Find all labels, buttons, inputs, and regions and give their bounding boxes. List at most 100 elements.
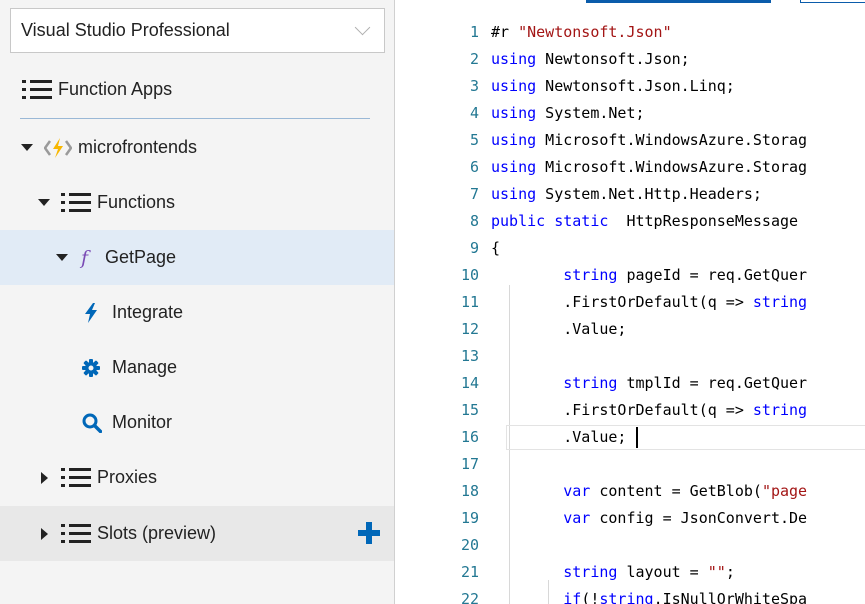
proxies-label: Proxies (97, 467, 158, 487)
expand-caret-icon (37, 527, 51, 540)
code-text[interactable]: #r "Newtonsoft.Json" (491, 23, 672, 41)
line-number: 15 (460, 401, 479, 419)
code-line[interactable]: 8 public static HttpResponseMessage (396, 208, 865, 235)
code-line-current[interactable]: 16 .Value; (396, 424, 865, 451)
code-line[interactable]: 17 (396, 451, 865, 478)
gear-icon (82, 358, 100, 377)
code-text[interactable]: string layout = ""; (491, 563, 735, 581)
code-line[interactable]: 3 using Newtonsoft.Json.Linq; (396, 73, 865, 100)
code-line[interactable]: 9{ (396, 235, 865, 262)
code-text[interactable]: public static HttpResponseMessage (491, 212, 798, 230)
line-number: 1 (469, 23, 479, 41)
line-number: 10 (460, 266, 479, 284)
line-number: 4 (469, 104, 479, 122)
code-text[interactable]: using Newtonsoft.Json.Linq; (491, 77, 735, 95)
line-number: 18 (460, 482, 479, 500)
subscription-select[interactable]: Visual Studio Professional (10, 8, 385, 53)
code-line[interactable]: 15 .FirstOrDefault(q => string (396, 397, 865, 424)
code-line[interactable]: 21 string layout = ""; (396, 559, 865, 586)
code-line[interactable]: 4 using System.Net; (396, 100, 865, 127)
code-line[interactable]: 7 using System.Net.Http.Headers; (396, 181, 865, 208)
proxies-item[interactable]: Proxies (0, 450, 394, 505)
list-icon (61, 467, 91, 489)
code-line[interactable]: 1 #r "Newtonsoft.Json" (396, 19, 865, 46)
functions-item[interactable]: Functions (0, 175, 394, 230)
add-slot-plus-icon[interactable] (358, 522, 380, 544)
code-text[interactable]: var config = JsonConvert.De (491, 509, 807, 527)
chevron-down-icon (354, 19, 371, 36)
code-line[interactable]: 18 var content = GetBlob("page (396, 478, 865, 505)
code-line[interactable]: 12 .Value; (396, 316, 865, 343)
code-text[interactable]: string tmplId = req.GetQuer (491, 374, 807, 392)
code-line[interactable]: 13 (396, 343, 865, 370)
code-text[interactable]: .Value; (491, 320, 626, 338)
code-line[interactable]: 22 if(!string.IsNullOrWhiteSpa (396, 586, 865, 604)
integrate-item[interactable]: Integrate (0, 285, 394, 340)
divider (20, 118, 370, 119)
manage-item[interactable]: Manage (0, 340, 394, 395)
code-line[interactable]: 14 string tmplId = req.GetQuer (396, 370, 865, 397)
function-app-icon (44, 137, 72, 159)
toolbar-button-edge[interactable] (800, 0, 865, 3)
function-item-getpage[interactable]: f GetPage (0, 230, 394, 285)
code-text[interactable]: var content = GetBlob("page (491, 482, 807, 500)
line-number: 9 (469, 239, 479, 257)
code-text[interactable]: using Microsoft.WindowsAzure.Storag (491, 131, 807, 149)
monitor-item[interactable]: Monitor (0, 395, 394, 450)
manage-label: Manage (112, 357, 178, 377)
code-text[interactable]: .FirstOrDefault(q => string (491, 401, 807, 419)
code-text[interactable]: using System.Net.Http.Headers; (491, 185, 762, 203)
code-line[interactable]: 11 .FirstOrDefault(q => string (396, 289, 865, 316)
line-number: 22 (460, 590, 479, 604)
code-editor[interactable]: 1 #r "Newtonsoft.Json" 2 using Newtonsoft.… (396, 0, 865, 604)
code-line[interactable]: 6 using Microsoft.WindowsAzure.Storag (396, 154, 865, 181)
app-name-label: microfrontends (78, 137, 198, 157)
code-line[interactable]: 5 using Microsoft.WindowsAzure.Storag (396, 127, 865, 154)
line-number: 3 (469, 77, 479, 95)
line-number: 16 (460, 428, 479, 446)
code-line[interactable]: 2 using Newtonsoft.Json; (396, 46, 865, 73)
bolt-icon (82, 302, 100, 323)
expand-caret-icon (20, 144, 34, 151)
search-icon (82, 413, 102, 433)
monitor-label: Monitor (112, 412, 173, 432)
code-line[interactable]: 20 (396, 532, 865, 559)
function-name-label: GetPage (105, 247, 177, 267)
code-text[interactable]: .FirstOrDefault(q => string (491, 293, 807, 311)
code-area[interactable]: 1 #r "Newtonsoft.Json" 2 using Newtonsoft.… (396, 19, 865, 604)
integrate-label: Integrate (112, 302, 184, 322)
line-number: 6 (469, 158, 479, 176)
expand-caret-icon (37, 199, 51, 206)
function-apps-item[interactable]: Function Apps (0, 62, 394, 117)
line-number: 8 (469, 212, 479, 230)
subscription-value: Visual Studio Professional (21, 20, 230, 40)
expand-caret-icon (37, 471, 51, 484)
sidebar: Visual Studio Professional Function Apps… (0, 0, 395, 604)
code-text[interactable]: using Microsoft.WindowsAzure.Storag (491, 158, 807, 176)
line-number: 17 (460, 455, 479, 473)
code-text[interactable]: { (491, 239, 500, 257)
line-number: 5 (469, 131, 479, 149)
code-line[interactable]: 10 string pageId = req.GetQuer (396, 262, 865, 289)
line-number: 2 (469, 50, 479, 68)
line-number: 19 (460, 509, 479, 527)
svg-text:f: f (79, 247, 91, 269)
code-text[interactable]: using System.Net; (491, 104, 645, 122)
functions-label: Functions (97, 192, 176, 212)
function-apps-label: Function Apps (58, 79, 173, 99)
code-text[interactable]: if(!string.IsNullOrWhiteSpa (491, 590, 807, 604)
app-item-microfrontends[interactable]: microfrontends (0, 120, 394, 175)
list-icon (61, 523, 91, 545)
slots-item[interactable]: Slots (preview) (0, 506, 394, 561)
line-number: 14 (460, 374, 479, 392)
line-number: 12 (460, 320, 479, 338)
code-text[interactable]: string pageId = req.GetQuer (491, 266, 807, 284)
toolbar-button-edge[interactable] (586, 0, 771, 3)
line-number: 21 (460, 563, 479, 581)
code-line[interactable]: 19 var config = JsonConvert.De (396, 505, 865, 532)
slots-label: Slots (preview) (97, 523, 217, 543)
code-text[interactable]: using Newtonsoft.Json; (491, 50, 690, 68)
list-icon (22, 79, 52, 101)
function-icon: f (79, 247, 95, 269)
line-number: 13 (460, 347, 479, 365)
